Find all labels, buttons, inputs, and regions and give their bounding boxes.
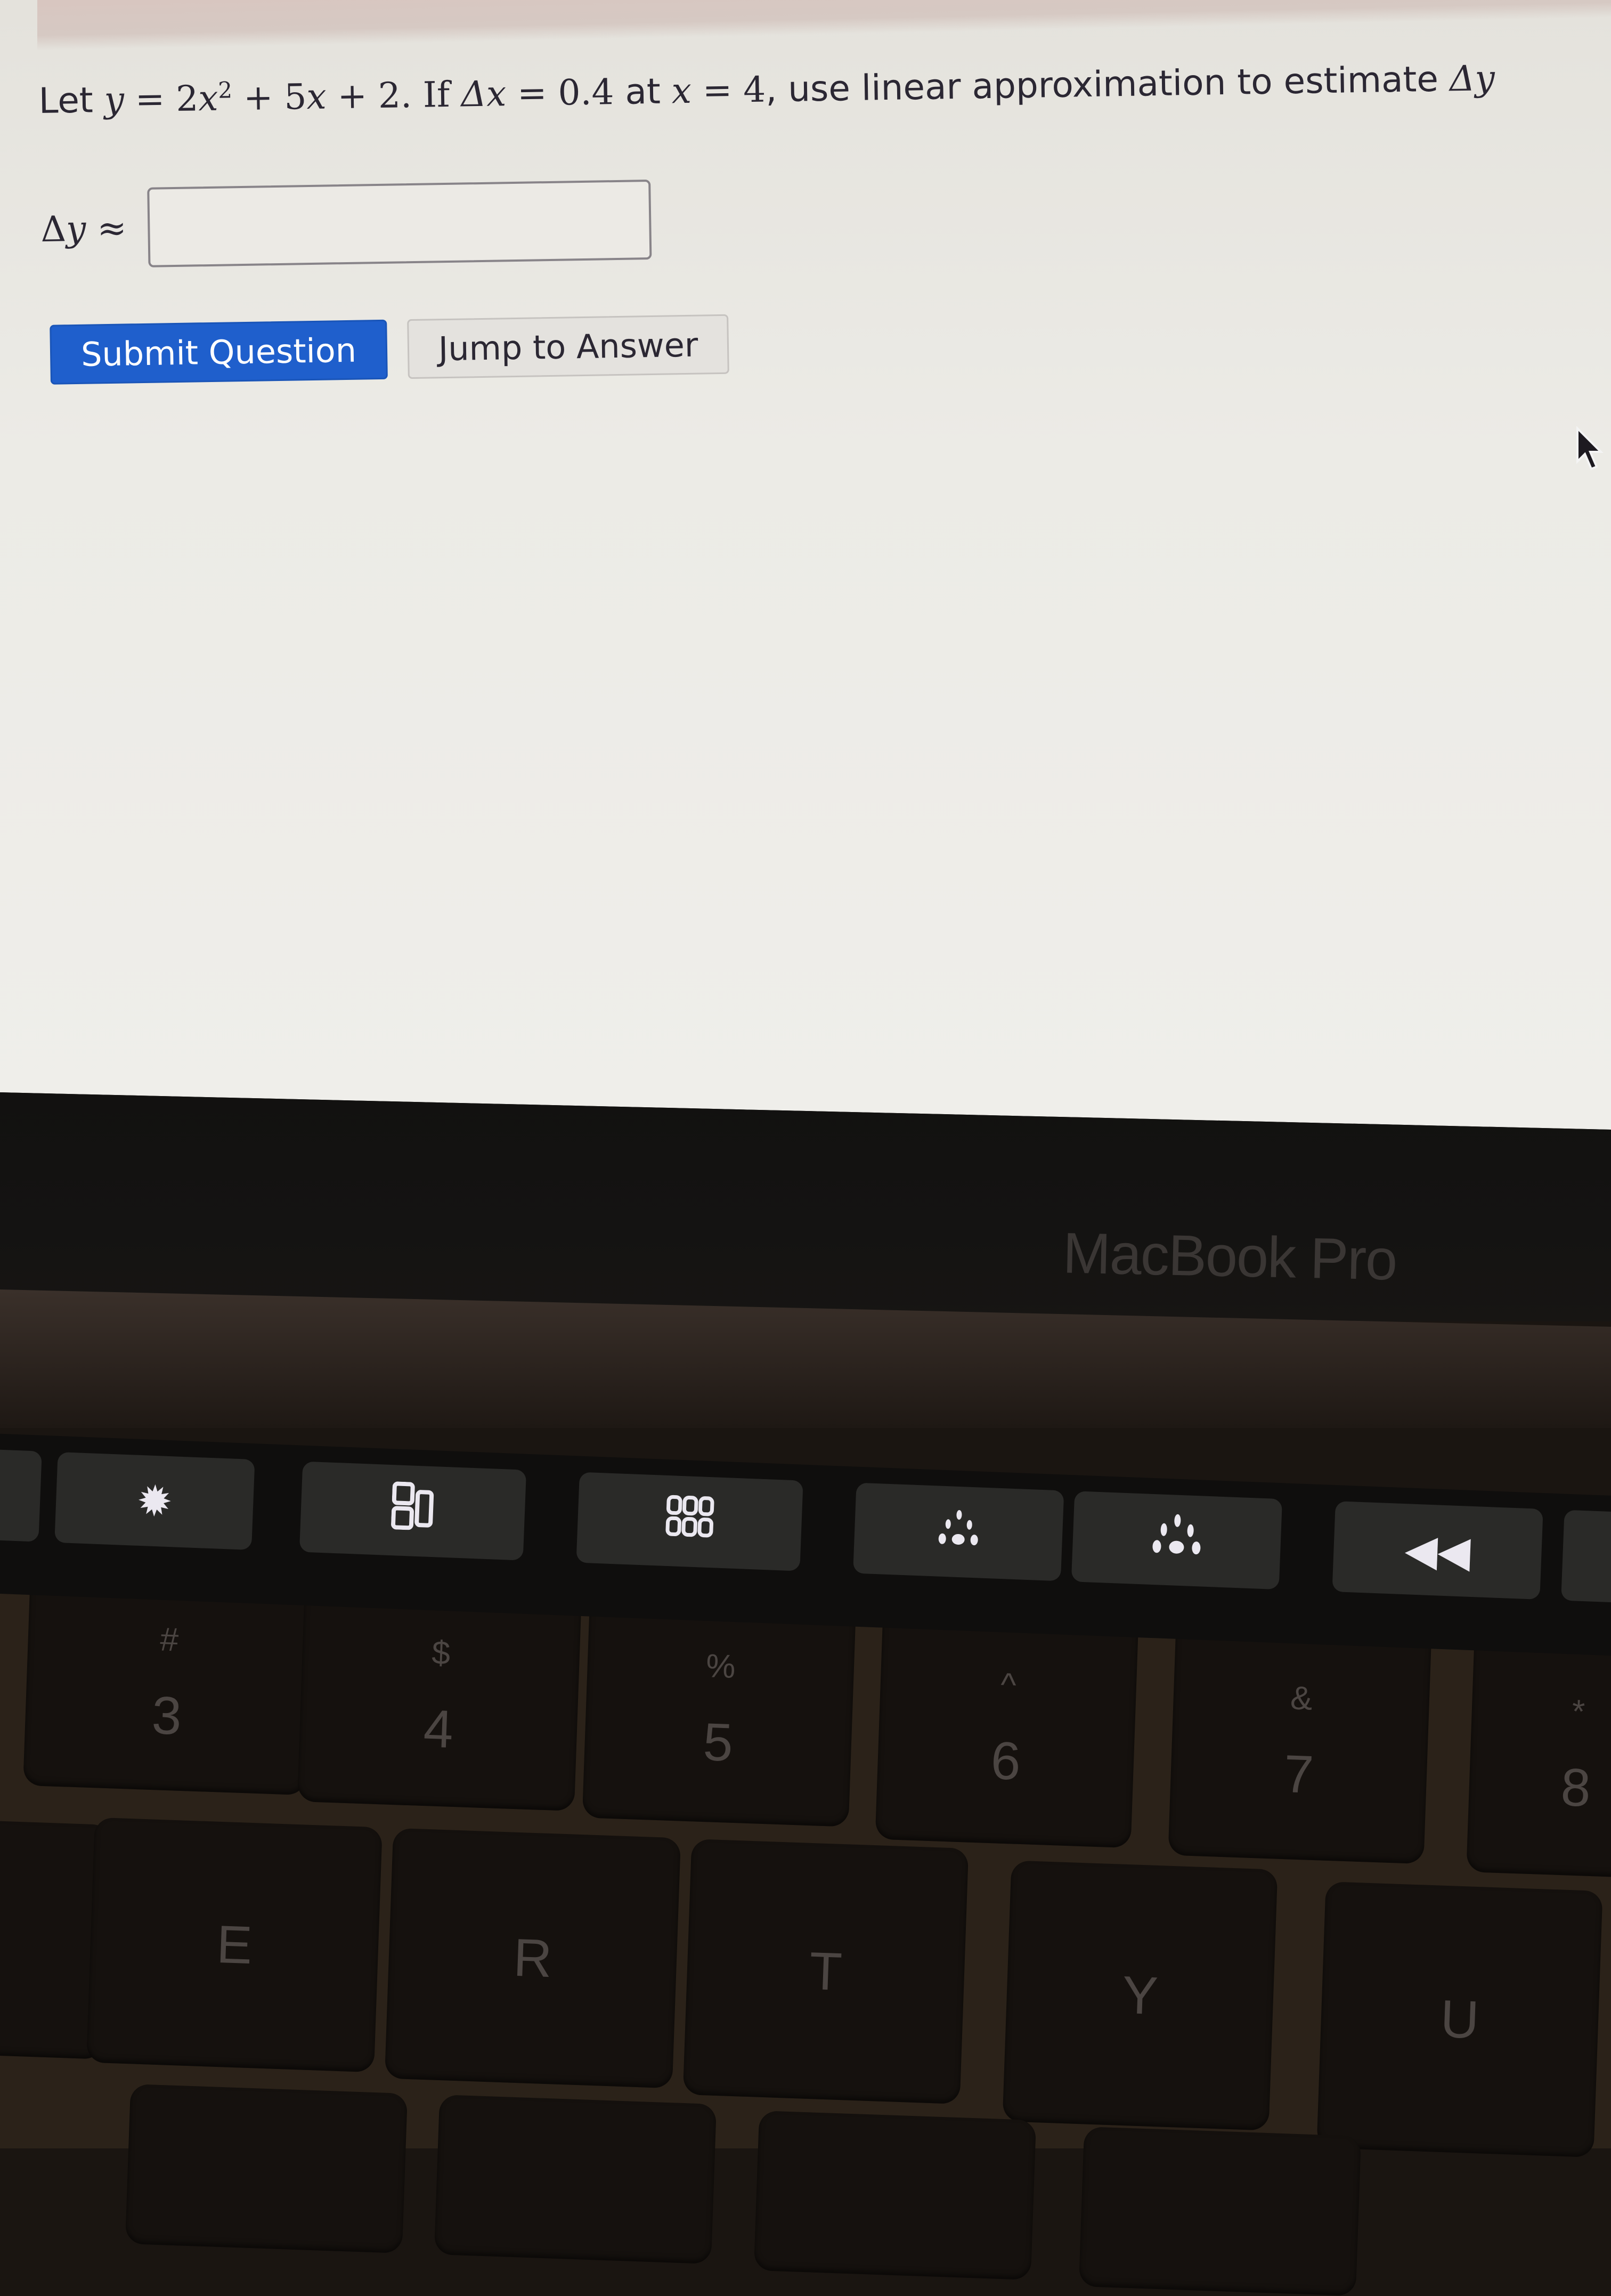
brand-label: MacBook Pro — [1062, 1220, 1397, 1292]
key-main-label: R — [512, 1927, 554, 1989]
question-container: Let y = 2x2 + 5x + 2. If Δx = 0.4 at x =… — [38, 57, 1495, 385]
key-3[interactable]: # 3 — [23, 1572, 313, 1796]
math-var: x — [198, 77, 219, 119]
key-main-label: U — [1439, 1989, 1480, 2050]
approx-symbol: ≈ — [85, 207, 127, 249]
mission-control-icon — [390, 1481, 435, 1541]
touchbar-key-partial-right[interactable] — [1561, 1510, 1611, 1605]
keyboard-brightness-up-icon — [1141, 1513, 1213, 1568]
question-text: Let y = 2x2 + 5x + 2. If Δx = 0.4 at x =… — [38, 57, 1495, 121]
key-r[interactable]: R — [384, 1828, 681, 2089]
key-main-label: Y — [1121, 1965, 1159, 2026]
mission-control-button[interactable] — [299, 1461, 527, 1561]
launchpad-button[interactable] — [576, 1472, 803, 1571]
key-shift-label: % — [705, 1648, 736, 1685]
question-prefix: Let — [38, 79, 105, 121]
answer-row: Δy ≈ — [40, 179, 652, 269]
math-op: = — [506, 72, 559, 115]
rewind-button[interactable]: ◀◀ — [1332, 1501, 1543, 1600]
math-exponent: 2 — [217, 77, 233, 103]
key-8[interactable]: * 8 — [1466, 1632, 1611, 1879]
key-t[interactable]: T — [682, 1839, 969, 2104]
key-4[interactable]: $ 4 — [297, 1583, 582, 1811]
math-term: + 2. If — [326, 74, 461, 117]
key-7[interactable]: & 7 — [1168, 1620, 1432, 1864]
math-num: 4 — [743, 69, 766, 111]
key-d[interactable] — [125, 2084, 408, 2253]
key-6[interactable]: ^ 6 — [875, 1610, 1139, 1848]
answer-var: y — [66, 208, 86, 249]
key-h[interactable] — [1078, 2127, 1362, 2296]
math-delta-y: Δy — [1449, 58, 1495, 100]
key-f[interactable] — [434, 2095, 717, 2264]
math-var: x — [671, 70, 692, 112]
key-main-label: 5 — [702, 1712, 734, 1773]
key-shift-label: # — [159, 1621, 180, 1659]
keyboard-brightness-down-icon — [928, 1506, 988, 1557]
key-shift-label: ^ — [1000, 1666, 1017, 1704]
key-main-label: E — [215, 1914, 254, 1975]
key-u[interactable]: U — [1316, 1881, 1603, 2157]
brightness-up-icon: ✹ — [136, 1475, 174, 1527]
math-term: + 5 — [232, 76, 307, 119]
key-5[interactable]: % 5 — [582, 1594, 857, 1827]
key-g[interactable] — [753, 2111, 1037, 2280]
question-text-part: at — [613, 70, 672, 113]
answer-label: Δy ≈ — [40, 207, 127, 250]
submit-question-button[interactable]: Submit Question — [50, 319, 388, 385]
key-shift-label: $ — [431, 1634, 451, 1672]
key-main-label: 4 — [422, 1699, 454, 1759]
key-shift-label: & — [1290, 1680, 1313, 1717]
jump-to-answer-button[interactable]: Jump to Answer — [407, 314, 730, 379]
rewind-icon: ◀◀ — [1404, 1524, 1471, 1577]
launchpad-icon — [665, 1494, 715, 1548]
key-main-label: 7 — [1283, 1744, 1315, 1805]
key-shift-label: * — [1571, 1693, 1586, 1731]
math-var: y — [104, 79, 125, 121]
math-op: = — [691, 69, 744, 111]
touchbar-key-partial[interactable] — [0, 1449, 42, 1542]
key-y[interactable]: Y — [1002, 1860, 1278, 2131]
keyboard-brightness-down-button[interactable] — [853, 1482, 1064, 1581]
math-num: 0.4 — [557, 71, 615, 113]
key-main-label: 8 — [1560, 1757, 1592, 1818]
math-var: x — [306, 76, 327, 118]
math-num: 2 — [175, 78, 199, 119]
math-delta-x: Δx — [460, 73, 507, 115]
delta-symbol: Δ — [40, 208, 67, 250]
math-op: = — [124, 78, 176, 120]
key-main-label: T — [808, 1941, 843, 2002]
key-e[interactable]: E — [86, 1817, 383, 2073]
header-band — [37, 0, 1611, 51]
question-suffix: , use linear approximation to estimate — [765, 58, 1450, 110]
keyboard-brightness-up-button[interactable] — [1071, 1491, 1283, 1590]
brightness-up-button[interactable]: ✹ — [54, 1451, 255, 1551]
mouse-pointer-icon — [1574, 426, 1606, 476]
key-main-label: 3 — [151, 1685, 183, 1746]
button-row: Submit Question Jump to Answer — [50, 314, 730, 385]
key-main-label: 6 — [990, 1731, 1022, 1791]
answer-input[interactable] — [147, 179, 652, 267]
browser-screen: Let y = 2x2 + 5x + 2. If Δx = 0.4 at x =… — [0, 0, 1611, 1130]
